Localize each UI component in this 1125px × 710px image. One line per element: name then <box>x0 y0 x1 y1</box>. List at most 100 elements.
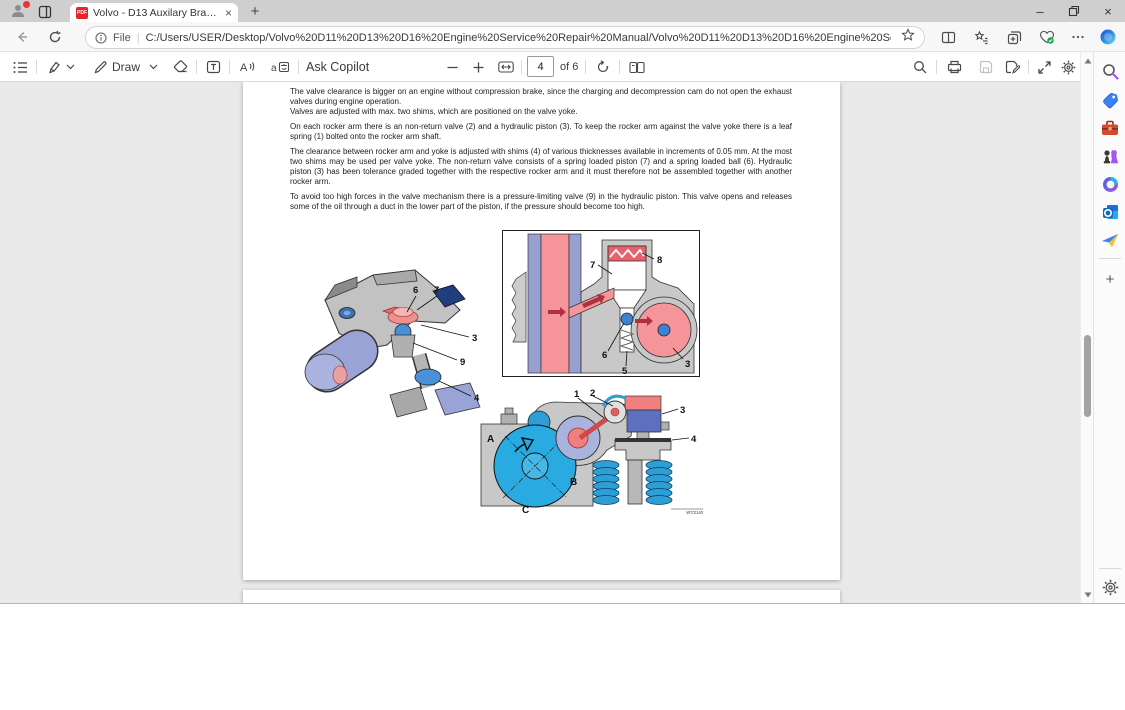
highlighter-menu-chevron[interactable] <box>63 57 77 77</box>
new-tab-button[interactable]: + <box>246 2 264 20</box>
url-text[interactable]: C:/Users/USER/Desktop/Volvo%20D11%20D13%… <box>146 32 891 44</box>
read-aloud-icon: A <box>239 60 256 74</box>
favorite-star-button[interactable] <box>901 28 915 47</box>
callout-6: 6 <box>602 350 607 361</box>
eraser-button[interactable] <box>170 57 190 77</box>
zoom-out-button[interactable] <box>443 57 461 77</box>
paragraph: To avoid too high forces in the valve me… <box>290 192 792 212</box>
sidebar-m365-button[interactable] <box>1099 173 1121 195</box>
translate-icon: a <box>271 60 290 74</box>
search-icon <box>913 60 927 74</box>
printer-icon <box>947 60 962 74</box>
sidebar-add-button[interactable]: + <box>1099 268 1121 290</box>
callout-3: 3 <box>472 333 477 344</box>
save-as-button[interactable] <box>1002 57 1022 77</box>
browser-essentials-icon <box>1039 30 1055 45</box>
callout-2: 2 <box>590 388 595 399</box>
star-icon <box>901 28 915 42</box>
paragraph: On each rocker arm there is an non-retur… <box>290 122 792 142</box>
fullscreen-button[interactable] <box>1034 57 1054 77</box>
split-screen-icon <box>941 30 956 45</box>
page-total-label: of 6 <box>560 61 578 73</box>
callout-3: 3 <box>685 359 690 370</box>
browser-window: PDF Volvo - D13 Auxilary Brake Engin × +… <box>0 0 1125 603</box>
vertical-scrollbar[interactable] <box>1080 52 1093 603</box>
fit-to-width-button[interactable] <box>496 57 516 77</box>
settings-more-button[interactable] <box>1068 27 1088 47</box>
callout-6: 6 <box>413 285 418 296</box>
sidebar-outlook-button[interactable] <box>1099 201 1121 223</box>
callout-4: 4 <box>691 434 697 445</box>
scrollbar-thumb[interactable] <box>1084 335 1091 417</box>
translate-button[interactable]: a <box>268 57 292 77</box>
sidebar-settings-button[interactable] <box>1099 576 1121 598</box>
paragraph: The clearance between rocker arm and yok… <box>290 147 792 187</box>
chevron-down-icon <box>149 64 158 70</box>
sidebar-shopping-button[interactable] <box>1099 89 1121 111</box>
minimize-button[interactable]: – <box>1023 0 1057 22</box>
two-page-view-icon <box>629 61 645 74</box>
browser-essentials-button[interactable] <box>1037 27 1057 47</box>
pen-icon <box>93 60 108 75</box>
draw-menu-chevron[interactable] <box>146 57 160 77</box>
address-bar[interactable]: File | C:/Users/USER/Desktop/Volvo%20D11… <box>85 26 925 49</box>
favorites-button[interactable] <box>971 27 991 47</box>
rotate-button[interactable] <box>593 57 613 77</box>
paragraph: Valves are adjusted with max. two shims,… <box>290 107 792 117</box>
pdf-viewport[interactable]: The valve clearance is bigger on an engi… <box>0 82 1080 603</box>
save-button[interactable] <box>976 57 996 77</box>
paragraph: The valve clearance is bigger on an engi… <box>290 87 792 107</box>
figure-id: W7/2140 <box>686 510 703 515</box>
notification-dot <box>23 1 30 8</box>
workspaces-button[interactable] <box>36 3 54 20</box>
tab-title: Volvo - D13 Auxilary Brake Engin <box>93 7 220 19</box>
site-info-icon[interactable] <box>95 32 107 44</box>
figure-rocker-arm-isometric: 6 7 3 9 4 <box>295 255 490 425</box>
page-view-button[interactable] <box>626 57 648 77</box>
window-close-button[interactable]: × <box>1091 0 1125 22</box>
highlighter-icon <box>47 60 62 75</box>
table-of-contents-icon <box>13 61 28 74</box>
triangle-down-icon <box>1084 592 1092 598</box>
highlighter-button[interactable] <box>44 57 64 77</box>
workspaces-icon <box>38 5 52 19</box>
sidebar-drop-button[interactable] <box>1099 229 1121 251</box>
sidebar-games-button[interactable] <box>1099 145 1121 167</box>
favorites-icon <box>974 30 989 45</box>
callout-7: 7 <box>434 285 439 296</box>
callout-5: 5 <box>622 366 628 377</box>
browser-tab[interactable]: PDF Volvo - D13 Auxilary Brake Engin × <box>70 3 238 22</box>
minus-icon <box>447 62 458 73</box>
split-screen-button[interactable] <box>938 27 958 47</box>
url-separator: | <box>137 32 140 44</box>
more-dots-icon <box>1071 30 1085 44</box>
restore-button[interactable] <box>1057 0 1091 22</box>
copilot-button[interactable] <box>1098 27 1118 47</box>
toc-button[interactable] <box>10 57 30 77</box>
callout-8: 8 <box>657 255 662 266</box>
callout-1: 1 <box>574 389 580 400</box>
label-C: C <box>522 505 529 515</box>
outlook-icon <box>1102 204 1119 220</box>
collections-button[interactable] <box>1004 27 1024 47</box>
pdf-page-4: The valve clearance is bigger on an engi… <box>243 82 840 580</box>
tab-close-button[interactable]: × <box>225 7 232 19</box>
sidebar-divider <box>1099 258 1121 259</box>
read-aloud-button[interactable]: A <box>236 57 258 77</box>
back-button[interactable] <box>12 27 32 47</box>
draw-label[interactable]: Draw <box>112 57 140 77</box>
profile-button[interactable] <box>10 3 28 20</box>
print-button[interactable] <box>944 57 964 77</box>
sidebar-search-button[interactable] <box>1099 60 1121 82</box>
zoom-in-button[interactable] <box>469 57 487 77</box>
draw-button[interactable] <box>90 57 110 77</box>
refresh-button[interactable] <box>45 27 65 47</box>
ask-copilot-button[interactable]: Ask Copilot <box>306 57 369 77</box>
page-number-input[interactable] <box>527 56 554 77</box>
pdf-settings-button[interactable] <box>1058 57 1078 77</box>
add-text-button[interactable] <box>203 57 223 77</box>
find-button[interactable] <box>910 57 930 77</box>
sidebar-tools-button[interactable] <box>1099 117 1121 139</box>
gear-icon <box>1102 579 1119 596</box>
svg-text:a: a <box>271 63 277 74</box>
